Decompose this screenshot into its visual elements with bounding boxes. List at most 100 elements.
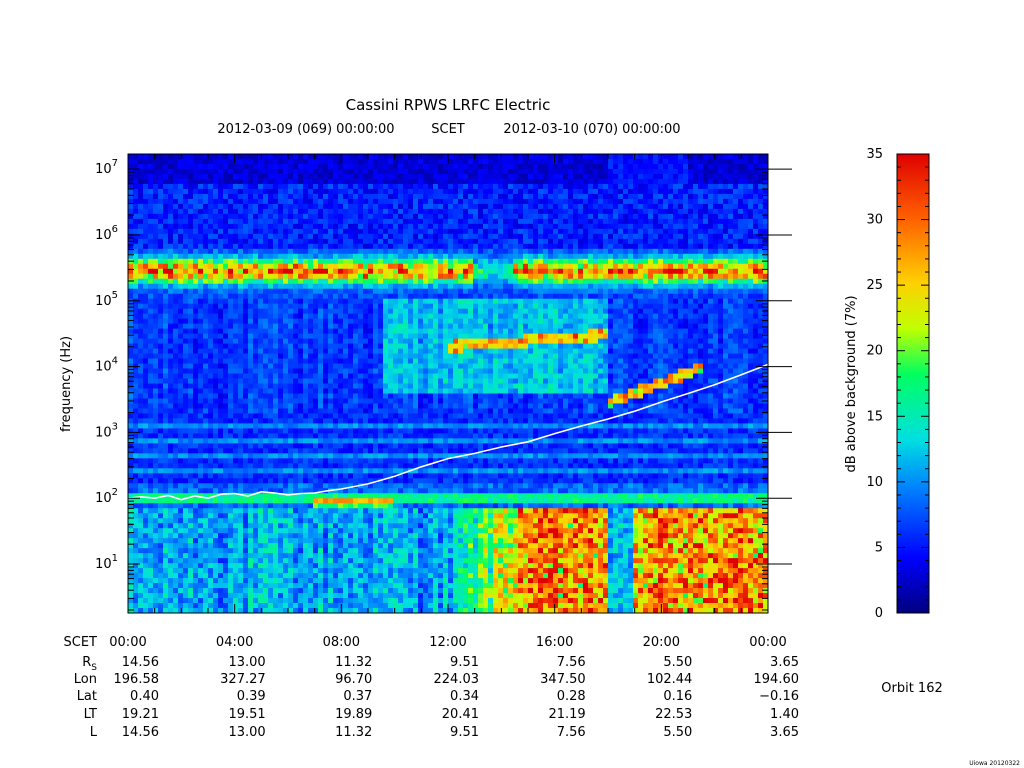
spectrogram-cell bbox=[128, 273, 134, 280]
spectrogram-cell bbox=[188, 308, 194, 315]
spectrogram-cell bbox=[198, 553, 204, 559]
spectrogram-cell bbox=[388, 338, 394, 345]
spectrogram-cell bbox=[388, 528, 394, 534]
spectrogram-cell bbox=[168, 333, 174, 340]
spectrogram-cell bbox=[193, 543, 199, 549]
spectrogram-cell bbox=[258, 208, 264, 215]
spectrogram-cell bbox=[218, 588, 224, 594]
spectrogram-cell bbox=[303, 498, 309, 504]
spectrogram-cell bbox=[278, 583, 284, 589]
spectrogram-cell bbox=[393, 433, 399, 439]
spectrogram-cell bbox=[128, 193, 134, 200]
spectrogram-cell bbox=[323, 433, 329, 439]
spectrogram-cell bbox=[308, 398, 314, 405]
spectrogram-cell bbox=[143, 588, 149, 594]
spectrogram-cell bbox=[353, 543, 359, 549]
spectrogram-cell bbox=[263, 388, 269, 395]
spectrogram-cell bbox=[388, 398, 394, 405]
spectrogram-cell bbox=[328, 413, 334, 420]
spectrogram-cell bbox=[178, 393, 184, 400]
spectrogram-cell bbox=[193, 208, 199, 215]
spectrogram-cell bbox=[353, 348, 359, 355]
spectrogram-cell bbox=[383, 578, 389, 584]
spectrogram-cell bbox=[258, 298, 264, 305]
spectrogram-cell bbox=[393, 368, 399, 375]
spectrogram-cell bbox=[308, 508, 314, 514]
spectrogram-cell bbox=[303, 538, 309, 544]
spectrogram-cell bbox=[303, 154, 309, 160]
spectrogram-cell bbox=[298, 203, 304, 210]
spectrogram-cell bbox=[148, 193, 154, 200]
spectrogram-cell bbox=[323, 228, 329, 235]
spectrogram-cell bbox=[158, 373, 164, 380]
spectrogram-cell bbox=[138, 238, 144, 245]
spectrogram-cell bbox=[133, 593, 139, 599]
spectrogram-cell bbox=[318, 213, 324, 220]
spectrogram-cell bbox=[353, 293, 359, 300]
spectrogram-cell bbox=[263, 508, 269, 514]
spectrogram-cell bbox=[158, 333, 164, 340]
spectrogram-cell bbox=[153, 388, 159, 395]
spectrogram-cell bbox=[258, 263, 264, 270]
spectrogram-cell bbox=[313, 343, 319, 350]
spectrogram-cell bbox=[353, 493, 359, 499]
spectrogram-cell bbox=[328, 178, 334, 185]
spectrogram-cell bbox=[183, 598, 189, 604]
spectrogram-cell bbox=[228, 478, 234, 484]
spectrogram-cell bbox=[183, 413, 189, 420]
spectrogram-cell bbox=[148, 238, 154, 245]
spectrogram-cell bbox=[158, 238, 164, 245]
spectrogram-cell bbox=[163, 578, 169, 584]
spectrogram-cell bbox=[188, 538, 194, 544]
spectrogram-cell bbox=[188, 213, 194, 220]
spectrogram-cell bbox=[248, 233, 254, 240]
spectrogram-cell bbox=[178, 548, 184, 554]
spectrogram-cell bbox=[313, 568, 319, 574]
spectrogram-cell bbox=[133, 263, 139, 270]
spectrogram-cell bbox=[168, 183, 174, 190]
spectrogram-cell bbox=[138, 533, 144, 539]
spectrogram-cell bbox=[258, 154, 264, 160]
spectrogram-cell bbox=[153, 283, 159, 290]
spectrogram-cell bbox=[283, 528, 289, 534]
spectrogram-cell bbox=[218, 498, 224, 504]
spectrogram-cell bbox=[288, 363, 294, 370]
spectrogram-cell bbox=[223, 423, 229, 429]
spectrogram-cell bbox=[243, 543, 249, 549]
spectrogram-cell bbox=[288, 468, 294, 474]
spectrogram-cell bbox=[133, 553, 139, 559]
spectrogram-cell bbox=[163, 373, 169, 380]
spectrogram-cell bbox=[168, 243, 174, 250]
spectrogram-cell bbox=[338, 298, 344, 305]
spectrogram-cell bbox=[393, 398, 399, 405]
spectrogram-cell bbox=[278, 558, 284, 564]
spectrogram-cell bbox=[183, 218, 189, 225]
spectrogram-cell bbox=[378, 568, 384, 574]
spectrogram-cell bbox=[353, 268, 359, 275]
spectrogram-cell bbox=[233, 528, 239, 534]
spectrogram-cell bbox=[198, 358, 204, 365]
spectrogram-cell bbox=[388, 543, 394, 549]
spectrogram-cell bbox=[228, 293, 234, 300]
spectrogram-cell bbox=[253, 508, 259, 514]
spectrogram-cell bbox=[388, 228, 394, 235]
spectrogram-cell bbox=[243, 178, 249, 185]
spectrogram-cell bbox=[288, 168, 294, 175]
spectrogram-cell bbox=[228, 298, 234, 305]
spectrogram-cell bbox=[368, 468, 374, 474]
spectrogram-cell bbox=[203, 478, 209, 484]
spectrogram-cell bbox=[243, 463, 249, 469]
spectrogram-cell bbox=[388, 458, 394, 464]
spectrogram-cell bbox=[143, 188, 149, 195]
spectrogram-cell bbox=[143, 503, 149, 509]
spectrogram-cell bbox=[348, 578, 354, 584]
spectrogram-cell bbox=[383, 248, 389, 255]
spectrogram-cell bbox=[343, 413, 349, 420]
spectrogram-cell bbox=[243, 428, 249, 434]
spectrogram-cell bbox=[208, 248, 214, 255]
spectrogram-cell bbox=[128, 518, 134, 524]
spectrogram-cell bbox=[243, 573, 249, 579]
spectrogram-cell bbox=[368, 588, 374, 594]
spectrogram-cell bbox=[253, 213, 259, 220]
spectrogram-cell bbox=[283, 323, 289, 330]
